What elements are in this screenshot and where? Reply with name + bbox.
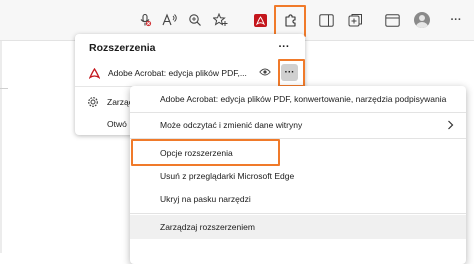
read-aloud-icon[interactable]: [159, 9, 181, 31]
menu-divider: [130, 112, 466, 113]
add-favorite-icon[interactable]: [209, 9, 231, 31]
menu-item-extension-name[interactable]: Adobe Acrobat: edycja plików PDF, konwer…: [130, 88, 466, 110]
sidebar-icon[interactable]: [315, 9, 337, 31]
menu-item-extension-options[interactable]: Opcje rozszerzenia: [130, 142, 466, 164]
panel-more-button[interactable]: ···: [273, 38, 295, 56]
menu-item-site-access[interactable]: Może odczytać i zmienić dane witryny: [130, 114, 466, 136]
extension-item[interactable]: Adobe Acrobat: edycja plików PDF,... ···: [75, 61, 305, 85]
extension-name: Adobe Acrobat: edycja plików PDF,...: [108, 68, 247, 78]
extensions-icon[interactable]: [279, 9, 301, 31]
extension-more-button[interactable]: ···: [281, 64, 298, 81]
eye-icon[interactable]: [259, 67, 271, 77]
divider: [0, 88, 8, 89]
menu-item-hide-toolbar[interactable]: Ukryj na pasku narzędzi: [130, 188, 466, 210]
extension-context-menu: Adobe Acrobat: edycja plików PDF, konwer…: [130, 86, 466, 264]
zoom-icon[interactable]: [184, 9, 206, 31]
mic-muted-icon[interactable]: [134, 9, 156, 31]
gear-icon: [88, 97, 98, 107]
profile-icon[interactable]: [411, 9, 433, 31]
menu-item-remove[interactable]: Usuń z przeglądarki Microsoft Edge: [130, 165, 466, 187]
avatar: [414, 12, 430, 28]
menu-divider: [130, 138, 466, 139]
site-access-label: Może odczytać i zmienić dane witryny: [160, 120, 303, 130]
panel-title: Rozszerzenia: [89, 42, 156, 54]
page-edge: [0, 41, 2, 253]
menu-item-manage-extension[interactable]: Zarządzaj rozszerzeniem: [130, 215, 466, 239]
acrobat-icon: [89, 67, 100, 79]
chevron-right-icon: [448, 120, 454, 130]
menu-divider: [130, 213, 466, 214]
tab-icon[interactable]: [381, 9, 403, 31]
acrobat-icon[interactable]: [249, 9, 271, 31]
collections-icon[interactable]: [344, 9, 366, 31]
open-addons-label: Otwó: [107, 119, 127, 129]
more-icon[interactable]: ···: [445, 9, 467, 31]
